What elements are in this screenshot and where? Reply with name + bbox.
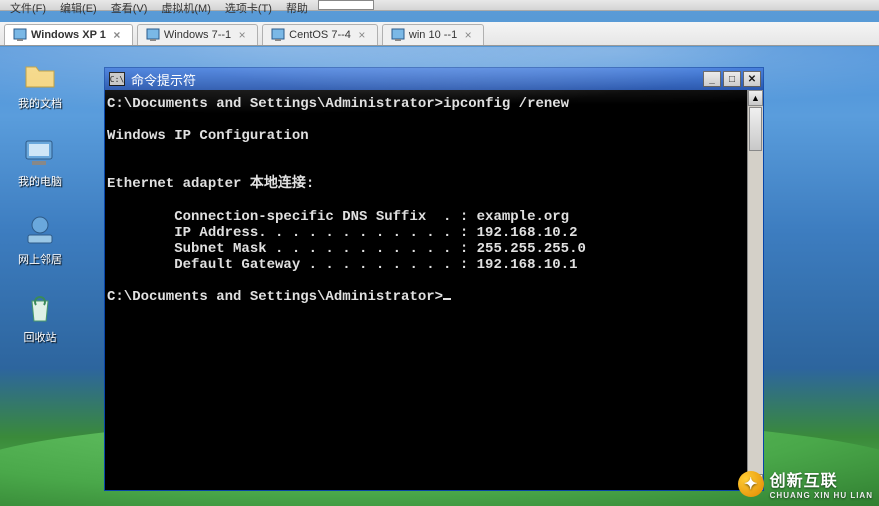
cmd-adapter: Ethernet adapter 本地连接: — [107, 176, 314, 192]
watermark-icon: ✦ — [738, 471, 764, 497]
network-icon — [22, 213, 58, 249]
vm-icon — [146, 28, 160, 42]
tab-label: Windows XP 1 — [31, 29, 106, 41]
tab-label: CentOS 7--4 — [289, 29, 351, 41]
vm-icon — [391, 28, 405, 42]
cmd-cursor — [443, 298, 451, 300]
tab-win-10[interactable]: win 10 --1 × — [382, 24, 484, 45]
tab-label: Windows 7--1 — [164, 29, 231, 41]
close-button[interactable]: ✕ — [743, 71, 761, 87]
folder-icon — [22, 57, 58, 93]
minimize-button[interactable]: _ — [703, 71, 721, 87]
computer-icon — [22, 135, 58, 171]
guest-desktop[interactable]: 我的文档 我的电脑 网上邻居 回收站 C:\ 命令提示符 _ □ ✕ C:\Do… — [0, 47, 879, 506]
tab-close-icon[interactable]: × — [461, 28, 475, 42]
watermark-sub: CHUANG XIN HU LIAN — [770, 491, 873, 500]
menu-help[interactable]: 帮助 — [280, 0, 314, 16]
zoom-spinner[interactable] — [318, 0, 374, 10]
cmd-heading: Windows IP Configuration — [107, 128, 309, 144]
cmd-prompt: C:\Documents and Settings\Administrator> — [107, 96, 443, 112]
scroll-up-icon[interactable]: ▲ — [748, 90, 763, 106]
cmd-prompt: C:\Documents and Settings\Administrator> — [107, 289, 443, 305]
cmd-dns: Connection-specific DNS Suffix . : examp… — [107, 209, 569, 225]
icon-my-computer[interactable]: 我的电脑 — [10, 135, 70, 189]
vm-icon — [271, 28, 285, 42]
desktop-icons: 我的文档 我的电脑 网上邻居 回收站 — [10, 57, 70, 345]
watermark-main: 创新互联 — [770, 473, 838, 490]
icon-my-documents[interactable]: 我的文档 — [10, 57, 70, 111]
menu-view[interactable]: 查看(V) — [105, 0, 154, 16]
cmd-titlebar[interactable]: C:\ 命令提示符 _ □ ✕ — [105, 68, 763, 90]
icon-label: 我的电脑 — [18, 173, 62, 189]
recycle-icon — [22, 291, 58, 327]
app-menubar: 文件(F) 编辑(E) 查看(V) 虚拟机(M) 选项卡(T) 帮助 — [0, 0, 879, 11]
cmd-ip: IP Address. . . . . . . . . . . . : 192.… — [107, 225, 577, 241]
watermark: ✦ 创新互联 CHUANG XIN HU LIAN — [738, 467, 873, 500]
scroll-thumb[interactable] — [749, 107, 762, 151]
menu-vm[interactable]: 虚拟机(M) — [155, 0, 217, 16]
cmd-terminal[interactable]: C:\Documents and Settings\Administrator>… — [105, 90, 747, 490]
tab-windows-xp[interactable]: Windows XP 1 × — [4, 24, 133, 45]
icon-label: 网上邻居 — [18, 251, 62, 267]
tab-label: win 10 --1 — [409, 29, 457, 41]
vm-icon — [13, 28, 27, 42]
cmd-gw: Default Gateway . . . . . . . . . : 192.… — [107, 257, 577, 273]
maximize-button[interactable]: □ — [723, 71, 741, 87]
tab-centos-7[interactable]: CentOS 7--4 × — [262, 24, 378, 45]
icon-network-places[interactable]: 网上邻居 — [10, 213, 70, 267]
menu-tabs[interactable]: 选项卡(T) — [219, 0, 278, 16]
cmd-command: ipconfig /renew — [443, 96, 569, 112]
vm-tabstrip: Windows XP 1 × Windows 7--1 × CentOS 7--… — [0, 22, 879, 46]
tab-close-icon[interactable]: × — [110, 28, 124, 42]
cmd-mask: Subnet Mask . . . . . . . . . . . : 255.… — [107, 241, 586, 257]
icon-recycle-bin[interactable]: 回收站 — [10, 291, 70, 345]
icon-label: 我的文档 — [18, 95, 62, 111]
cmd-window: C:\ 命令提示符 _ □ ✕ C:\Documents and Setting… — [104, 67, 764, 491]
cmd-body: C:\Documents and Settings\Administrator>… — [105, 90, 763, 490]
menu-file[interactable]: 文件(F) — [4, 0, 52, 16]
cmd-title: 命令提示符 — [131, 70, 701, 89]
icon-label: 回收站 — [24, 329, 57, 345]
tab-windows-7[interactable]: Windows 7--1 × — [137, 24, 258, 45]
menu-edit[interactable]: 编辑(E) — [54, 0, 103, 16]
cmd-app-icon: C:\ — [109, 72, 125, 86]
tab-close-icon[interactable]: × — [355, 28, 369, 42]
cmd-scrollbar[interactable]: ▲ ▼ — [747, 90, 763, 490]
tab-close-icon[interactable]: × — [235, 28, 249, 42]
